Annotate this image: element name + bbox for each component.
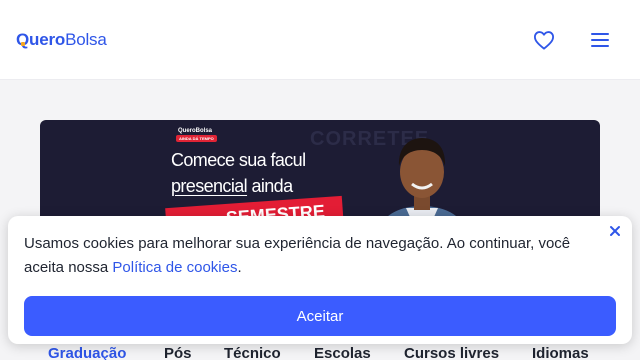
logo-light-text: Bolsa [65,30,107,49]
tab-graduacao[interactable]: Graduação [48,345,126,360]
cookie-policy-link[interactable]: Política de cookies [112,259,237,276]
tab-tecnico[interactable]: Técnico [224,345,281,360]
tab-cursos-livres[interactable]: Cursos livres [404,345,499,360]
heart-icon [534,31,554,50]
banner-headline-line2: presencial ainda [171,176,293,197]
logo-accent-dot [21,42,25,46]
cookie-consent-banner: Usamos cookies para melhorar sua experiê… [8,216,632,344]
tab-escolas[interactable]: Escolas [314,345,371,360]
site-header: QueroBolsa [0,0,640,80]
cookie-close-button[interactable] [606,222,624,240]
banner-pill: AINDA DÁ TEMPO [176,135,217,142]
tab-pos[interactable]: Pós [164,345,192,360]
tab-idiomas[interactable]: Idiomas [532,345,589,360]
banner-underlined-word: presencial [171,176,248,196]
favorites-button[interactable] [530,26,558,54]
close-icon [610,226,620,236]
querobolsa-logo[interactable]: QueroBolsa [16,29,107,51]
banner-line2-rest: ainda [247,176,293,196]
banner-brand: QueroBolsa [178,128,213,134]
cookie-text-before: Usamos cookies para melhorar sua experiê… [24,235,571,276]
cookie-message: Usamos cookies para melhorar sua experiê… [24,232,604,280]
hamburger-menu-icon [591,33,609,47]
logo-bold-text: Quero [16,30,66,49]
menu-button[interactable] [586,26,614,54]
cookie-text-after: . [237,259,242,276]
banner-headline-line1: Comece sua facul [171,150,306,170]
accept-cookies-button[interactable]: Aceitar [24,296,616,336]
